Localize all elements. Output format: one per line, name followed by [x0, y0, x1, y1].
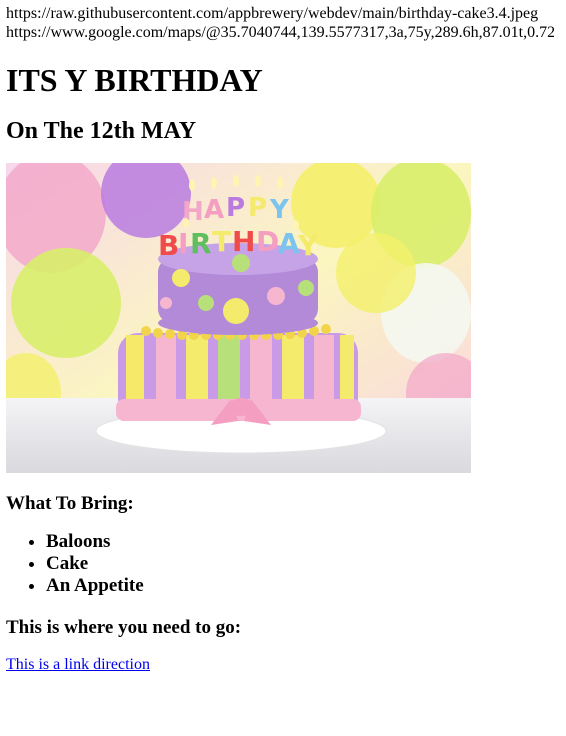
svg-text:P: P — [226, 193, 245, 223]
svg-text:R: R — [190, 227, 212, 260]
birthday-cake-image: H A P P Y B I R T H D A Y — [6, 163, 471, 473]
directions-link[interactable]: This is a link direction — [6, 655, 150, 674]
date-subtitle: On The 12th MAY — [6, 118, 197, 144]
svg-text:D: D — [256, 225, 279, 258]
what-to-bring-heading: What To Bring: — [6, 493, 134, 514]
page-title: ITS Y BIRTHDAY — [6, 62, 263, 98]
image-url-text: https://raw.githubusercontent.com/appbre… — [6, 5, 539, 22]
directions-heading: This is where you need to go: — [6, 617, 242, 638]
list-item: Baloons — [46, 531, 554, 553]
list-item: Cake — [46, 553, 554, 575]
page: https://raw.githubusercontent.com/appbre… — [0, 0, 560, 674]
svg-text:B: B — [158, 229, 179, 262]
svg-text:A: A — [278, 227, 300, 260]
svg-text:I: I — [178, 227, 188, 260]
svg-text:T: T — [212, 225, 231, 258]
map-url-text: https://www.google.com/maps/@35.7040744,… — [6, 24, 554, 41]
svg-text:Y: Y — [297, 229, 319, 262]
list-item: An Appetite — [46, 575, 554, 597]
svg-text:Y: Y — [269, 195, 290, 225]
bring-list: Baloons Cake An Appetite — [6, 531, 554, 597]
svg-text:H: H — [232, 225, 255, 258]
svg-text:P: P — [248, 193, 267, 223]
svg-text:A: A — [204, 195, 224, 225]
